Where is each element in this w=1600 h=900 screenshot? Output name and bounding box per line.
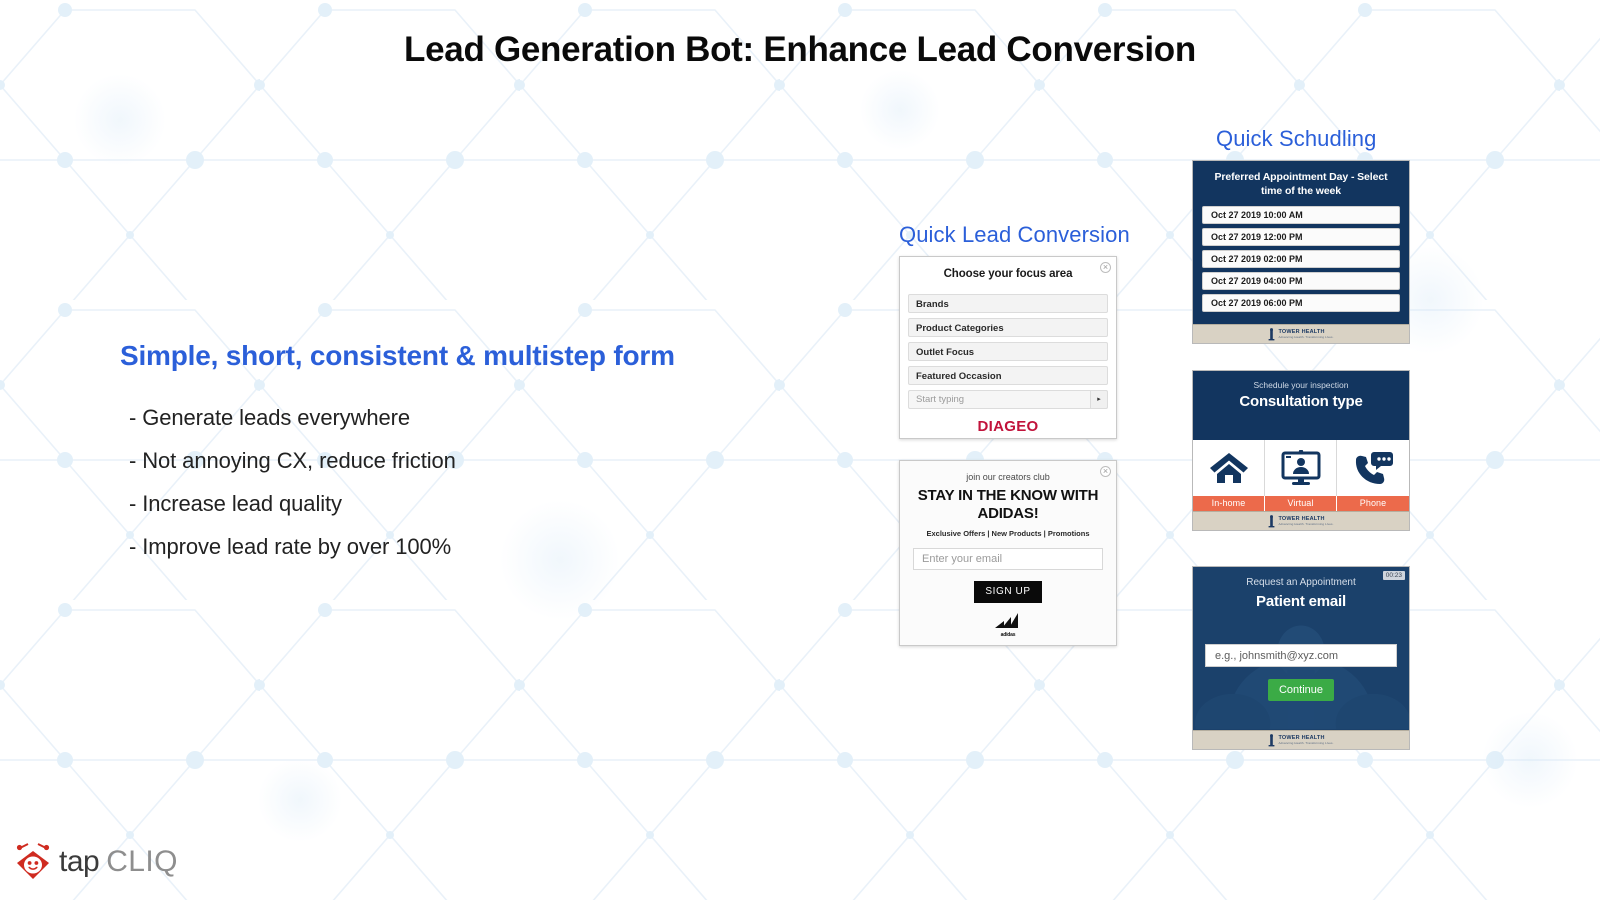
appointment-day-card: Preferred Appointment Day - Select time … [1192, 160, 1410, 344]
page-title: Lead Generation Bot: Enhance Lead Conver… [404, 30, 1196, 69]
appointment-slot[interactable]: Oct 27 2019 12:00 PM [1202, 228, 1400, 246]
tower-health-footer: TOWER HEALTH Advancing Health. Transform… [1193, 511, 1409, 530]
tower-health-mark-icon [1269, 327, 1275, 340]
focus-option-featured-occasion[interactable]: Featured Occasion [908, 366, 1108, 385]
consultation-label-phone: Phone [1337, 496, 1409, 511]
appointment-slot-list: Oct 27 2019 10:00 AM Oct 27 2019 12:00 P… [1193, 206, 1409, 324]
slide-canvas: Lead Generation Bot: Enhance Lead Conver… [0, 0, 1600, 900]
tower-health-mark-icon [1269, 514, 1275, 527]
signup-button[interactable]: SIGN UP [974, 581, 1042, 603]
diageo-input-row: Start typing ▸ [908, 390, 1108, 409]
quick-lead-conversion-heading: Quick Lead Conversion [899, 222, 1130, 247]
patient-email-input[interactable]: e.g., johnsmith@xyz.com [1205, 644, 1397, 667]
consultation-label-in-home: In-home [1193, 496, 1265, 511]
continue-button[interactable]: Continue [1268, 679, 1334, 701]
send-icon[interactable]: ▸ [1090, 390, 1108, 409]
phone-chat-icon-cell [1337, 440, 1409, 496]
consultation-option-in-home[interactable]: In-home [1193, 440, 1265, 511]
consultation-title: Consultation type [1239, 393, 1363, 410]
tower-health-text: TOWER HEALTH Advancing Health. Transform… [1278, 329, 1334, 339]
list-item: - Generate leads everywhere [129, 405, 411, 430]
start-typing-input[interactable]: Start typing [908, 390, 1090, 409]
consultation-option-phone[interactable]: Phone [1337, 440, 1409, 511]
focus-area-options: Brands Product Categories Outlet Focus F… [900, 294, 1116, 385]
adidas-headline: STAY IN THE KNOW WITH ADIDAS! [917, 487, 1099, 522]
countdown-timer: 00:23 [1382, 571, 1405, 580]
appointment-slot[interactable]: Oct 27 2019 10:00 AM [1202, 206, 1400, 224]
tower-health-footer: TOWER HEALTH Advancing Health. Transform… [1193, 324, 1409, 343]
patient-email-body: 00:23 Request an Appointment Patient ema… [1193, 567, 1409, 730]
left-heading: Simple, short, consistent & multistep fo… [120, 340, 675, 371]
phone-chat-icon [1355, 452, 1393, 484]
adidas-kicker: join our creators club [966, 472, 1050, 482]
adidas-wordmark: adidas [1000, 632, 1016, 638]
brand-cliq-text: CLIQ [106, 845, 178, 878]
tower-health-mark-icon [1269, 733, 1275, 746]
list-item: - Improve lead rate by over 100% [129, 534, 452, 559]
patient-email-card: 00:23 Request an Appointment Patient ema… [1192, 566, 1410, 750]
appointment-card-header: Preferred Appointment Day - Select time … [1214, 171, 1388, 197]
quick-scheduling-heading: Quick Schudling [1216, 126, 1377, 151]
tower-health-text: TOWER HEALTH Advancing Health. Transform… [1278, 735, 1334, 745]
focus-option-brands[interactable]: Brands [908, 294, 1108, 313]
appointment-slot[interactable]: Oct 27 2019 02:00 PM [1202, 250, 1400, 268]
adidas-logo: adidas [900, 612, 1116, 638]
adidas-subline: Exclusive Offers | New Products | Promot… [926, 529, 1090, 538]
list-item: - Not annoying CX, reduce friction [129, 448, 456, 473]
consultation-label-virtual: Virtual [1265, 496, 1337, 511]
adidas-signup-card: × join our creators club STAY IN THE KNO… [899, 460, 1117, 646]
tapcliq-robot-icon [16, 843, 50, 879]
consultation-options: In-home Virtual Phone [1193, 440, 1409, 511]
consultation-option-virtual[interactable]: Virtual [1265, 440, 1337, 511]
appointment-slot[interactable]: Oct 27 2019 06:00 PM [1202, 294, 1400, 312]
close-icon[interactable]: × [1100, 466, 1111, 477]
left-content-block: Simple, short, consistent & multistep fo… [120, 340, 820, 577]
diageo-card-title: Choose your focus area [943, 268, 1073, 280]
email-field[interactable]: Enter your email [913, 548, 1103, 570]
patient-email-title: Patient email [1256, 593, 1346, 610]
close-icon[interactable]: × [1100, 262, 1111, 273]
appointment-slot[interactable]: Oct 27 2019 04:00 PM [1202, 272, 1400, 290]
diageo-lead-form-card: × Choose your focus area Brands Product … [899, 256, 1117, 439]
consultation-kicker: Schedule your inspection [1253, 380, 1349, 390]
focus-option-product-categories[interactable]: Product Categories [908, 318, 1108, 337]
home-icon-cell [1193, 440, 1265, 496]
video-monitor-icon-cell [1265, 440, 1337, 496]
home-icon [1209, 453, 1248, 483]
tapcliq-logo: tap CLIQ [14, 842, 178, 882]
adidas-three-stripes-icon [995, 613, 1018, 628]
list-item: - Increase lead quality [129, 491, 342, 516]
diageo-brand-logo: DIAGEO [977, 418, 1039, 435]
consultation-type-card: Schedule your inspection Consultation ty… [1192, 370, 1410, 531]
video-monitor-icon [1281, 450, 1320, 485]
patient-email-kicker: Request an Appointment [1246, 577, 1356, 588]
brand-tap-text: tap [59, 845, 100, 878]
tower-health-text: TOWER HEALTH Advancing Health. Transform… [1278, 516, 1334, 526]
tower-health-footer: TOWER HEALTH Advancing Health. Transform… [1193, 730, 1409, 749]
focus-option-outlet-focus[interactable]: Outlet Focus [908, 342, 1108, 361]
